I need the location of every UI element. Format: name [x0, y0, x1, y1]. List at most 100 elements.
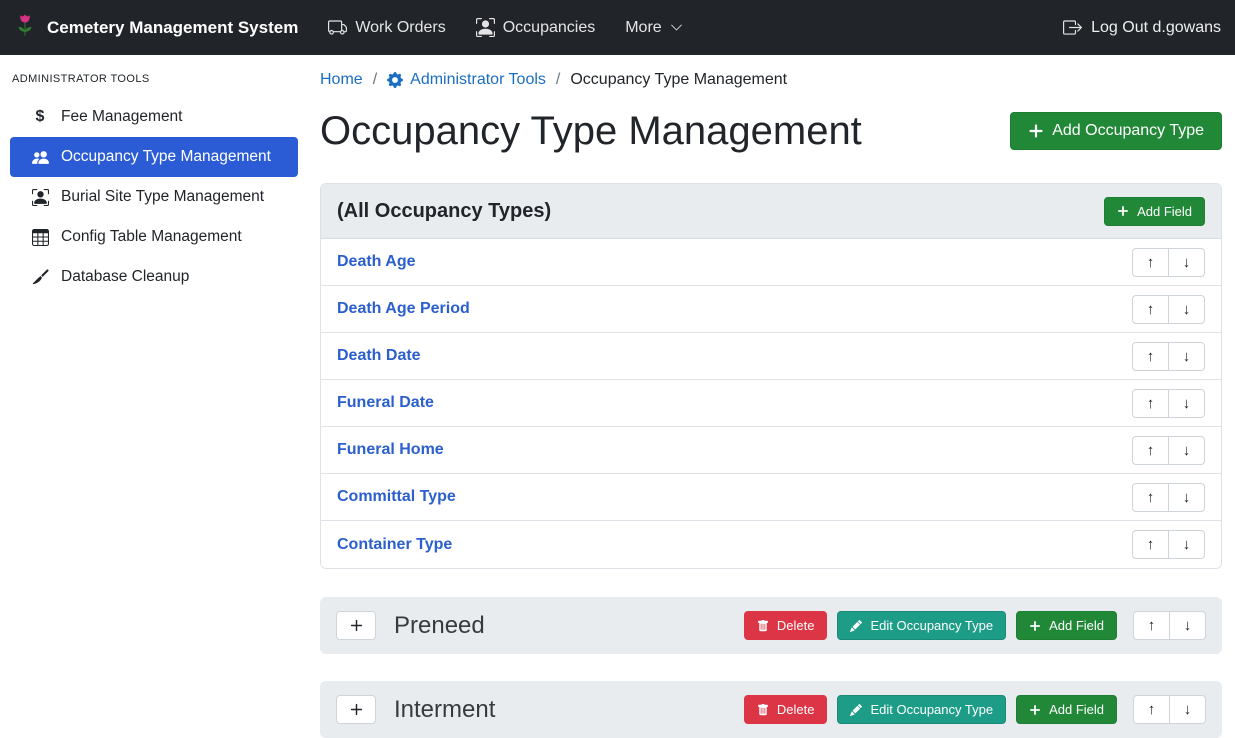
users-icon [30, 149, 50, 166]
move-down-button[interactable]: ↓ [1168, 389, 1205, 418]
move-up-button[interactable]: ↑ [1132, 530, 1169, 559]
move-up-button[interactable]: ↑ [1132, 436, 1169, 465]
nav-work-orders-label: Work Orders [355, 19, 445, 37]
add-field-button[interactable]: Add Field [1016, 611, 1117, 640]
field-link[interactable]: Funeral Home [337, 441, 444, 459]
field-link[interactable]: Death Age [337, 253, 416, 271]
breadcrumb-administrator-tools[interactable]: Administrator Tools [387, 71, 546, 89]
plus-icon [1117, 205, 1129, 217]
up-arrow-icon: ↑ [1147, 489, 1155, 506]
move-down-button[interactable]: ↓ [1168, 342, 1205, 371]
down-arrow-icon: ↓ [1183, 536, 1191, 553]
sidebar-item-label: Burial Site Type Management [61, 188, 264, 206]
move-down-button[interactable]: ↓ [1168, 248, 1205, 277]
down-arrow-icon: ↓ [1183, 395, 1191, 412]
delete-label: Delete [777, 702, 815, 717]
field-link[interactable]: Death Date [337, 347, 421, 365]
breadcrumb-home[interactable]: Home [320, 71, 363, 89]
down-arrow-icon: ↓ [1183, 348, 1191, 365]
reorder-button-group: ↑ ↓ [1132, 295, 1205, 324]
expand-button[interactable] [336, 611, 376, 640]
person-frame-icon [476, 18, 495, 37]
edit-occupancy-type-button[interactable]: Edit Occupancy Type [837, 695, 1006, 724]
logout-icon [1063, 18, 1082, 37]
plus-icon [1028, 123, 1044, 139]
field-row: Committal Type ↑ ↓ [321, 474, 1221, 521]
logout-button[interactable]: Log Out d.gowans [1063, 18, 1221, 37]
add-field-button[interactable]: Add Field [1104, 197, 1205, 226]
reorder-button-group: ↑ ↓ [1133, 611, 1206, 640]
nav-work-orders[interactable]: Work Orders [328, 18, 445, 37]
navbar-menu: Work Orders Occupancies More [328, 18, 682, 37]
field-row: Container Type ↑ ↓ [321, 521, 1221, 568]
field-row: Funeral Date ↑ ↓ [321, 380, 1221, 427]
breadcrumb-separator: / [373, 71, 377, 89]
add-field-button[interactable]: Add Field [1016, 695, 1117, 724]
logout-label: Log Out d.gowans [1091, 19, 1221, 37]
occupancy-type-section-interment: Interment Delete Edit Occupancy Type Add… [320, 681, 1222, 738]
delete-button[interactable]: Delete [744, 695, 828, 724]
field-link[interactable]: Death Age Period [337, 300, 470, 318]
up-arrow-icon: ↑ [1147, 301, 1155, 318]
page-header: Occupancy Type Management Add Occupancy … [320, 107, 1222, 155]
move-down-button[interactable]: ↓ [1168, 483, 1205, 512]
move-down-button[interactable]: ↓ [1169, 611, 1206, 640]
nav-more[interactable]: More [625, 19, 682, 37]
field-link[interactable]: Container Type [337, 536, 452, 554]
add-field-label: Add Field [1137, 204, 1192, 219]
sidebar-item-config-table-management[interactable]: Config Table Management [10, 217, 298, 257]
move-down-button[interactable]: ↓ [1169, 695, 1206, 724]
sidebar-item-fee-management[interactable]: $ Fee Management [10, 97, 298, 137]
chevron-down-icon [670, 21, 683, 34]
tulip-logo-icon [12, 12, 38, 43]
nav-occupancies-label: Occupancies [503, 19, 596, 37]
brand[interactable]: Cemetery Management System [12, 12, 298, 43]
nav-more-label: More [625, 19, 661, 37]
field-link[interactable]: Committal Type [337, 488, 456, 506]
expand-button[interactable] [336, 695, 376, 724]
sidebar-item-label: Database Cleanup [61, 268, 189, 286]
up-arrow-icon: ↑ [1148, 701, 1156, 718]
sidebar-heading: Administrator Tools [12, 73, 300, 85]
add-field-label: Add Field [1049, 618, 1104, 633]
move-down-button[interactable]: ↓ [1168, 530, 1205, 559]
all-occupancy-types-card: (All Occupancy Types) Add Field Death Ag… [320, 183, 1222, 569]
edit-occupancy-type-button[interactable]: Edit Occupancy Type [837, 611, 1006, 640]
reorder-button-group: ↑ ↓ [1132, 436, 1205, 465]
reorder-button-group: ↑ ↓ [1132, 342, 1205, 371]
pencil-icon [850, 620, 862, 632]
reorder-button-group: ↑ ↓ [1132, 389, 1205, 418]
section-actions: Delete Edit Occupancy Type Add Field ↑ ↓ [744, 695, 1206, 724]
down-arrow-icon: ↓ [1183, 254, 1191, 271]
field-row: Death Age ↑ ↓ [321, 239, 1221, 286]
move-up-button[interactable]: ↑ [1132, 248, 1169, 277]
reorder-button-group: ↑ ↓ [1133, 695, 1206, 724]
sidebar-item-occupancy-type-management[interactable]: Occupancy Type Management [10, 137, 298, 177]
breadcrumb-current: Occupancy Type Management [570, 71, 787, 89]
move-down-button[interactable]: ↓ [1168, 436, 1205, 465]
move-up-button[interactable]: ↑ [1132, 483, 1169, 512]
person-frame-icon [30, 189, 50, 206]
section-title: Interment [394, 696, 495, 724]
move-up-button[interactable]: ↑ [1133, 695, 1170, 724]
field-link[interactable]: Funeral Date [337, 394, 434, 412]
move-up-button[interactable]: ↑ [1132, 389, 1169, 418]
plus-icon [350, 619, 363, 632]
move-down-button[interactable]: ↓ [1168, 295, 1205, 324]
down-arrow-icon: ↓ [1184, 617, 1192, 634]
move-up-button[interactable]: ↑ [1132, 342, 1169, 371]
add-occupancy-type-button[interactable]: Add Occupancy Type [1010, 112, 1222, 150]
up-arrow-icon: ↑ [1148, 617, 1156, 634]
move-up-button[interactable]: ↑ [1133, 611, 1170, 640]
sidebar-item-database-cleanup[interactable]: Database Cleanup [10, 257, 298, 297]
section-actions: Delete Edit Occupancy Type Add Field ↑ ↓ [744, 611, 1206, 640]
sidebar-item-burial-site-type-management[interactable]: Burial Site Type Management [10, 177, 298, 217]
move-up-button[interactable]: ↑ [1132, 295, 1169, 324]
delete-button[interactable]: Delete [744, 611, 828, 640]
plus-icon [1029, 620, 1041, 632]
down-arrow-icon: ↓ [1184, 701, 1192, 718]
broom-icon [30, 269, 50, 286]
field-row: Funeral Home ↑ ↓ [321, 427, 1221, 474]
sidebar-item-label: Occupancy Type Management [61, 148, 271, 166]
nav-occupancies[interactable]: Occupancies [476, 18, 596, 37]
